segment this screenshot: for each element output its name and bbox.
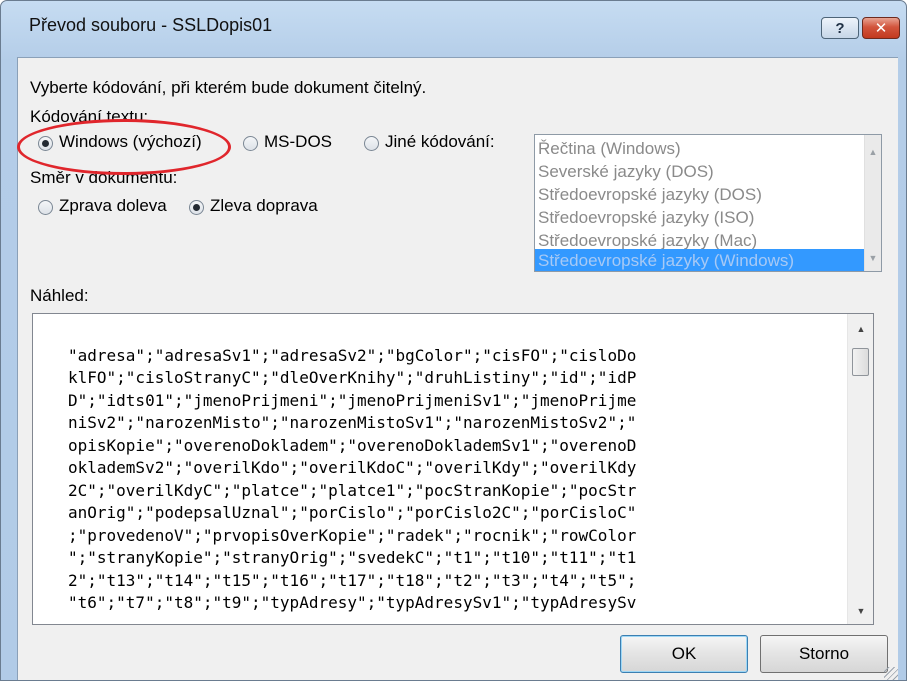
preview-line: 2";"t13";"t14";"t15";"t16";"t17";"t18";"…: [68, 570, 637, 590]
preview-line: 2C";"overilKdyC";"platce";"platce1";"poc…: [68, 480, 637, 500]
radio-msdos-label: MS-DOS: [264, 132, 332, 151]
resize-grip-icon[interactable]: [884, 667, 898, 680]
list-item[interactable]: Středoevropské jazyky (ISO): [535, 206, 865, 229]
scroll-thumb[interactable]: [852, 348, 869, 376]
preview-line: ";"stranyKopie";"stranyOrig";"svedekC";"…: [68, 548, 637, 567]
preview-line: oklademSv2";"overilKdo";"overilKdoC";"ov…: [68, 458, 637, 477]
radio-indicator: [38, 200, 53, 215]
radio-indicator: [38, 136, 53, 151]
list-item-selected[interactable]: Středoevropské jazyky (Windows): [535, 249, 865, 271]
dialog-window: Převod souboru - SSLDopis01 ? ✕ Vyberte …: [0, 0, 907, 681]
ok-button[interactable]: OK: [620, 635, 748, 673]
radio-right-to-left-label: Zprava doleva: [59, 196, 167, 215]
dialog-body: Vyberte kódování, při kterém bude dokume…: [17, 57, 898, 680]
close-button[interactable]: ✕: [862, 17, 900, 39]
help-icon: ?: [835, 19, 845, 37]
window-title: Převod souboru - SSLDopis01: [29, 15, 273, 35]
scroll-down-arrow-icon[interactable]: ▼: [865, 249, 881, 267]
preview-line: ;"provedenoV";"prvopisOverKopie";"radek"…: [68, 525, 637, 545]
cancel-button[interactable]: Storno: [760, 635, 888, 673]
scroll-up-arrow-icon[interactable]: ▲: [865, 143, 881, 161]
scroll-up-arrow-icon[interactable]: ▲: [853, 320, 869, 338]
preview-line: klFO";"cisloStranyC";"dleOverKnihy";"dru…: [68, 368, 637, 387]
radio-other-encoding-label: Jiné kódování:: [385, 132, 495, 151]
title-bar[interactable]: Převod souboru - SSLDopis01 ? ✕: [1, 1, 906, 49]
list-item[interactable]: Středoevropské jazyky (DOS): [535, 183, 865, 206]
preview-line: anOrig";"podepsalUznal";"porCislo";"porC…: [68, 503, 637, 522]
scroll-down-arrow-icon[interactable]: ▼: [853, 602, 869, 620]
preview-line: "t6";"t7";"t8";"t9";"typAdresy";"typAdre…: [68, 593, 637, 612]
preview-line: niSv2";"narozenMisto";"narozenMistoSv1";…: [68, 413, 637, 432]
preview-scrollbar[interactable]: ▲ ▼: [847, 314, 873, 624]
close-icon: ✕: [874, 20, 888, 37]
radio-windows-label: Windows (výchozí): [59, 132, 202, 151]
preview-text: "adresa";"adresaSv1";"adresaSv2";"bgColo…: [68, 322, 838, 615]
encoding-label: Kódování textu:: [30, 107, 149, 126]
preview-pane[interactable]: "adresa";"adresaSv1";"adresaSv2";"bgColo…: [32, 313, 874, 625]
instruction-text: Vyberte kódování, při kterém bude dokume…: [30, 78, 427, 97]
encoding-listbox[interactable]: Řečtina (Windows) Severské jazyky (DOS) …: [534, 134, 882, 272]
preview-line: "adresa";"adresaSv1";"adresaSv2";"bgColo…: [68, 345, 637, 365]
radio-indicator: [189, 200, 204, 215]
radio-indicator: [243, 136, 258, 151]
preview-label: Náhled:: [30, 286, 89, 305]
preview-line: D";"idts01";"jmenoPrijmeni";"jmenoPrijme…: [68, 390, 637, 410]
list-item[interactable]: Severské jazyky (DOS): [535, 160, 865, 183]
radio-left-to-right-label: Zleva doprava: [210, 196, 318, 215]
direction-label: Směr v dokumentu:: [30, 168, 178, 187]
list-item[interactable]: Řečtina (Windows): [535, 137, 865, 160]
preview-line: opisKopie";"overenoDokladem";"overenoDok…: [68, 435, 637, 455]
help-button[interactable]: ?: [821, 17, 859, 39]
radio-indicator: [364, 136, 379, 151]
listbox-scrollbar[interactable]: ▲ ▼: [864, 135, 881, 271]
